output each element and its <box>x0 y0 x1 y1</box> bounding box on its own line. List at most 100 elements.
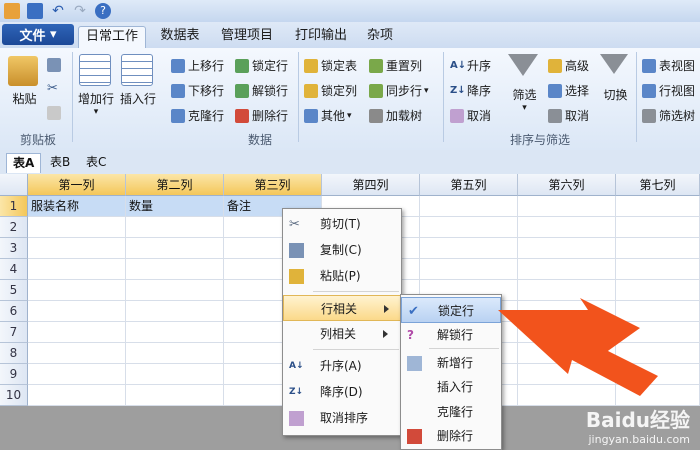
move-down-button[interactable]: 下移行 <box>171 82 224 99</box>
grid-cell[interactable] <box>616 259 700 280</box>
column-header[interactable]: 第六列 <box>518 174 616 196</box>
submenu-item-delete-row[interactable]: 删除行 <box>401 423 501 449</box>
column-header[interactable]: 第一列 <box>28 174 126 196</box>
column-header[interactable]: 第四列 <box>322 174 420 196</box>
submenu-item-insert-row[interactable]: 插入行 <box>401 374 501 400</box>
menu-item-cut[interactable]: ✂ 剪切(T) <box>283 211 401 237</box>
column-header[interactable]: 第二列 <box>126 174 224 196</box>
menu-item-cancel-sort[interactable]: 取消排序 <box>283 405 401 431</box>
grid-cell[interactable] <box>126 238 224 259</box>
menu-item-copy[interactable]: 复制(C) <box>283 237 401 263</box>
cancel-sort-button[interactable]: 取消 <box>450 107 491 124</box>
tab-data-table[interactable]: 数据表 <box>152 26 208 48</box>
grid-cell[interactable] <box>28 301 126 322</box>
grid-cell[interactable] <box>28 238 126 259</box>
submenu-item-lock-row[interactable]: ✔ 锁定行 <box>401 297 501 323</box>
grid-cell[interactable] <box>28 322 126 343</box>
paste-button[interactable]: 粘贴 <box>8 56 41 107</box>
tab-manage-project[interactable]: 管理项目 <box>214 26 280 48</box>
sheet-tab-a[interactable]: 表A <box>6 153 42 173</box>
grid-cell[interactable] <box>28 280 126 301</box>
delete-row-button[interactable]: 删除行 <box>235 107 288 124</box>
grid-cell[interactable] <box>28 364 126 385</box>
row-header[interactable]: 5 <box>0 280 28 301</box>
table-view-button[interactable]: 表视图 <box>642 57 695 74</box>
row-header[interactable]: 6 <box>0 301 28 322</box>
lock-row-button[interactable]: 锁定行 <box>235 57 288 74</box>
grid-cell[interactable] <box>28 217 126 238</box>
menu-item-paste[interactable]: 粘贴(P) <box>283 263 401 289</box>
move-up-button[interactable]: 上移行 <box>171 57 224 74</box>
column-header[interactable]: 第五列 <box>420 174 518 196</box>
grid-cell[interactable] <box>420 238 518 259</box>
grid-cell[interactable] <box>420 259 518 280</box>
filter-button[interactable]: 筛选 ▾ <box>508 54 541 113</box>
grid-cell[interactable] <box>518 259 616 280</box>
tab-print-output[interactable]: 打印输出 <box>288 26 354 48</box>
submenu-item-new-row[interactable]: 新增行 <box>401 350 501 376</box>
clone-row-button[interactable]: 克隆行 <box>171 107 224 124</box>
advanced-filter-button[interactable]: 高级 <box>548 57 589 74</box>
row-header[interactable]: 2 <box>0 217 28 238</box>
row-header[interactable]: 9 <box>0 364 28 385</box>
grid-cell[interactable] <box>616 238 700 259</box>
row-header[interactable]: 1 <box>0 196 28 217</box>
grid-cell[interactable] <box>420 217 518 238</box>
grid-cell[interactable] <box>518 238 616 259</box>
tab-misc[interactable]: 杂项 <box>360 26 400 48</box>
copy-button[interactable] <box>47 58 64 72</box>
grid-cell[interactable] <box>420 196 518 217</box>
menu-item-sort-asc[interactable]: A↓ 升序(A) <box>283 353 401 379</box>
grid-cell[interactable]: 数量 <box>126 196 224 217</box>
redo-icon[interactable]: ↷ <box>72 3 88 19</box>
undo-icon[interactable]: ↶ <box>50 3 66 19</box>
grid-cell[interactable] <box>126 280 224 301</box>
cut-button[interactable]: ✂ <box>47 82 64 96</box>
grid-cell[interactable] <box>616 217 700 238</box>
grid-cell[interactable] <box>518 196 616 217</box>
switch-button[interactable]: 切换 <box>600 54 631 103</box>
submenu-item-clone-row[interactable]: 克隆行 <box>401 399 501 425</box>
row-header[interactable]: 8 <box>0 343 28 364</box>
other-button[interactable]: 其他 ▾ <box>304 107 352 124</box>
menu-item-col-related[interactable]: 列相关 <box>283 321 401 347</box>
save-icon[interactable] <box>27 3 43 19</box>
lock-col-button[interactable]: 锁定列 <box>304 82 357 99</box>
lock-table-button[interactable]: 锁定表 <box>304 57 357 74</box>
eraser-button[interactable] <box>47 106 64 120</box>
row-view-button[interactable]: 行视图 <box>642 82 695 99</box>
sort-desc-button[interactable]: Z↓ 降序 <box>450 82 491 99</box>
grid-cell[interactable] <box>616 196 700 217</box>
load-tree-button[interactable]: 加载树 <box>369 107 422 124</box>
grid-cell[interactable] <box>126 364 224 385</box>
sync-row-button[interactable]: 同步行 ▾ <box>369 82 429 99</box>
file-menu-button[interactable]: 文件 ▾ <box>2 24 74 45</box>
grid-cell[interactable] <box>126 301 224 322</box>
column-header[interactable]: 第三列 <box>224 174 322 196</box>
grid-cell[interactable] <box>126 385 224 406</box>
row-header[interactable]: 4 <box>0 259 28 280</box>
grid-cell[interactable]: 服装名称 <box>28 196 126 217</box>
reset-col-button[interactable]: 重置列 <box>369 57 422 74</box>
insert-row-button[interactable]: 插入行 <box>120 54 156 107</box>
column-header[interactable]: 第七列 <box>616 174 700 196</box>
cancel-filter-button[interactable]: 取消 <box>548 107 589 124</box>
menu-item-row-related[interactable]: 行相关 <box>283 295 401 321</box>
unlock-row-button[interactable]: 解锁行 <box>235 82 288 99</box>
sort-asc-button[interactable]: A↓ 升序 <box>450 57 491 74</box>
menu-item-sort-desc[interactable]: Z↓ 降序(D) <box>283 379 401 405</box>
add-row-button[interactable]: 增加行 ▾ <box>78 54 114 117</box>
submenu-item-unlock-row[interactable]: ? 解锁行 <box>401 322 501 348</box>
tab-daily-work[interactable]: 日常工作 <box>78 26 146 49</box>
grid-cell[interactable] <box>28 385 126 406</box>
filter-tree-button[interactable]: 筛选树 <box>642 107 695 124</box>
grid-cell[interactable] <box>126 259 224 280</box>
help-icon[interactable]: ? <box>95 3 111 19</box>
select-filter-button[interactable]: 选择 <box>548 82 589 99</box>
sheet-tab-c[interactable]: 表C <box>80 153 112 172</box>
grid-cell[interactable] <box>126 343 224 364</box>
grid-cell[interactable] <box>126 322 224 343</box>
sheet-tab-b[interactable]: 表B <box>44 153 76 172</box>
grid-cell[interactable] <box>518 217 616 238</box>
row-header[interactable]: 7 <box>0 322 28 343</box>
